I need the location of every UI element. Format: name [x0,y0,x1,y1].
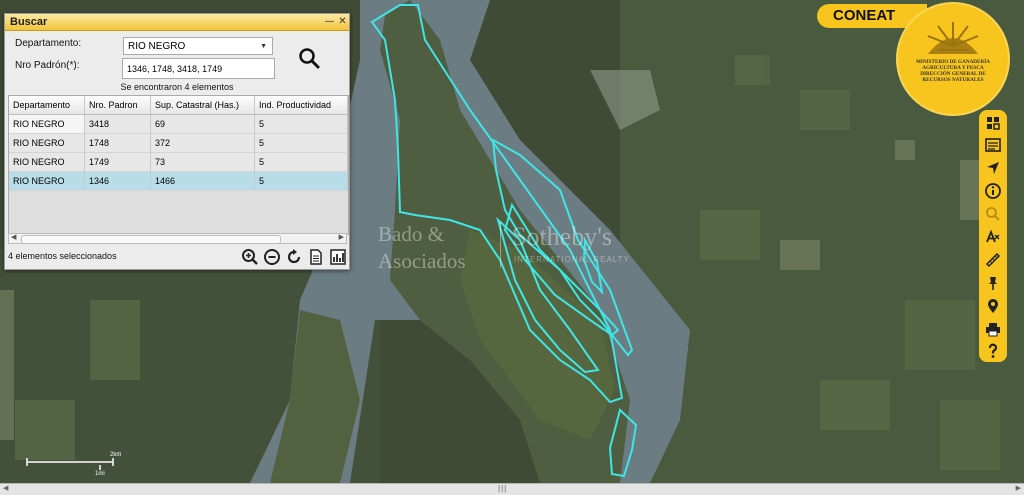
scroll-right-icon[interactable]: ▶ [1016,484,1021,492]
zoom-in-icon[interactable] [241,248,259,266]
map-scale: 2km 1mi [25,451,135,486]
table-cell: 5 [255,172,348,190]
bottom-scrollbar[interactable]: ◀ ||| ▶ [0,483,1024,495]
help-icon[interactable] [984,342,1002,360]
results-count: Se encontraron 4 elementos [120,82,234,92]
table-cell: 73 [151,153,255,171]
search-button[interactable] [297,46,321,70]
minimize-button[interactable]: — [323,16,336,28]
grip-handle[interactable]: ||| [498,484,507,493]
table-cell: 372 [151,134,255,152]
legend-icon[interactable] [984,136,1002,154]
table-cell: 5 [255,134,348,152]
navigate-icon[interactable] [984,159,1002,177]
scroll-right-icon[interactable]: ▶ [339,233,344,241]
ministry-logo: MINISTERIO DE GANADERÍA AGRICULTURA Y PE… [896,2,1010,116]
table-cell: 1748 [85,134,151,152]
location-icon[interactable] [984,297,1002,315]
table-cell: 5 [255,153,348,171]
table-row[interactable]: RIO NEGRO 1749 73 5 [9,153,348,172]
scrollbar-thumb[interactable] [21,235,281,244]
scale-km-label: 2km [110,452,122,458]
info-icon[interactable] [984,182,1002,200]
sun-emblem-icon [927,22,979,54]
table-cell: RIO NEGRO [9,115,85,133]
column-header[interactable]: Ind. Productividad [255,96,348,114]
table-header: Departamento Nro. Padron Sup. Catastral … [9,96,348,115]
zoom-out-icon[interactable] [263,248,281,266]
scroll-left-icon[interactable]: ◀ [3,484,8,492]
panel-titlebar[interactable]: Buscar — ✕ [5,14,349,31]
redo-icon[interactable] [285,248,303,266]
map-tools-sidebar [979,110,1007,362]
watermark-line-1: Bado & [378,222,444,246]
table-cell: 69 [151,115,255,133]
column-header[interactable]: Departamento [9,96,85,114]
measure-icon[interactable] [984,251,1002,269]
search-icon [299,48,320,69]
close-button[interactable]: ✕ [336,16,349,28]
table-cell: RIO NEGRO [9,172,85,190]
logo-line: RECURSOS NATURALES [922,77,984,83]
table-cell: 1466 [151,172,255,190]
results-table: Departamento Nro. Padron Sup. Catastral … [8,95,349,235]
chart-icon[interactable] [329,248,347,266]
ministry-name: MINISTERIO DE GANADERÍA AGRICULTURA Y PE… [898,59,1008,83]
search-panel: Buscar — ✕ Departamento: RIO NEGRO ▼ Nro… [4,13,350,270]
table-horizontal-scrollbar[interactable]: ◀ ▶ [8,233,347,244]
table-cell: RIO NEGRO [9,153,85,171]
search-icon[interactable] [984,205,1002,223]
watermark-line-2: Asociados [378,249,466,273]
selection-status: 4 elementos seleccionados [8,251,117,261]
departamento-label: Departamento: [15,38,82,49]
document-icon[interactable] [307,248,325,266]
table-row[interactable]: RIO NEGRO 3418 69 5 [9,115,348,134]
table-row[interactable]: RIO NEGRO 1748 372 5 [9,134,348,153]
panel-toolbar [241,248,347,266]
pin-icon[interactable] [984,274,1002,292]
panel-title: Buscar [10,16,48,28]
table-cell: RIO NEGRO [9,134,85,152]
text-icon[interactable] [984,228,1002,246]
chevron-down-icon: ▼ [260,43,267,50]
table-cell: 5 [255,115,348,133]
print-icon[interactable] [984,320,1002,338]
table-row-selected[interactable]: RIO NEGRO 1346 1466 5 [9,172,348,191]
departamento-value: RIO NEGRO [128,41,186,52]
layers-icon[interactable] [984,114,1002,132]
table-cell: 3418 [85,115,151,133]
departamento-select[interactable]: RIO NEGRO ▼ [123,37,273,55]
column-header[interactable]: Nro. Padron [85,96,151,114]
column-header[interactable]: Sup. Catastral (Has.) [151,96,255,114]
scroll-left-icon[interactable]: ◀ [11,233,16,241]
padron-input[interactable]: 1346, 1748, 3418, 1749 [122,58,275,79]
table-cell: 1346 [85,172,151,190]
watermark-brand: Sotheby's [512,222,613,251]
padron-label: Nro Padrón(*): [15,60,80,71]
scale-mi-label: 1mi [95,471,105,477]
table-cell: 1749 [85,153,151,171]
watermark-sub: INTERNATIONAL REALTY [514,255,630,264]
